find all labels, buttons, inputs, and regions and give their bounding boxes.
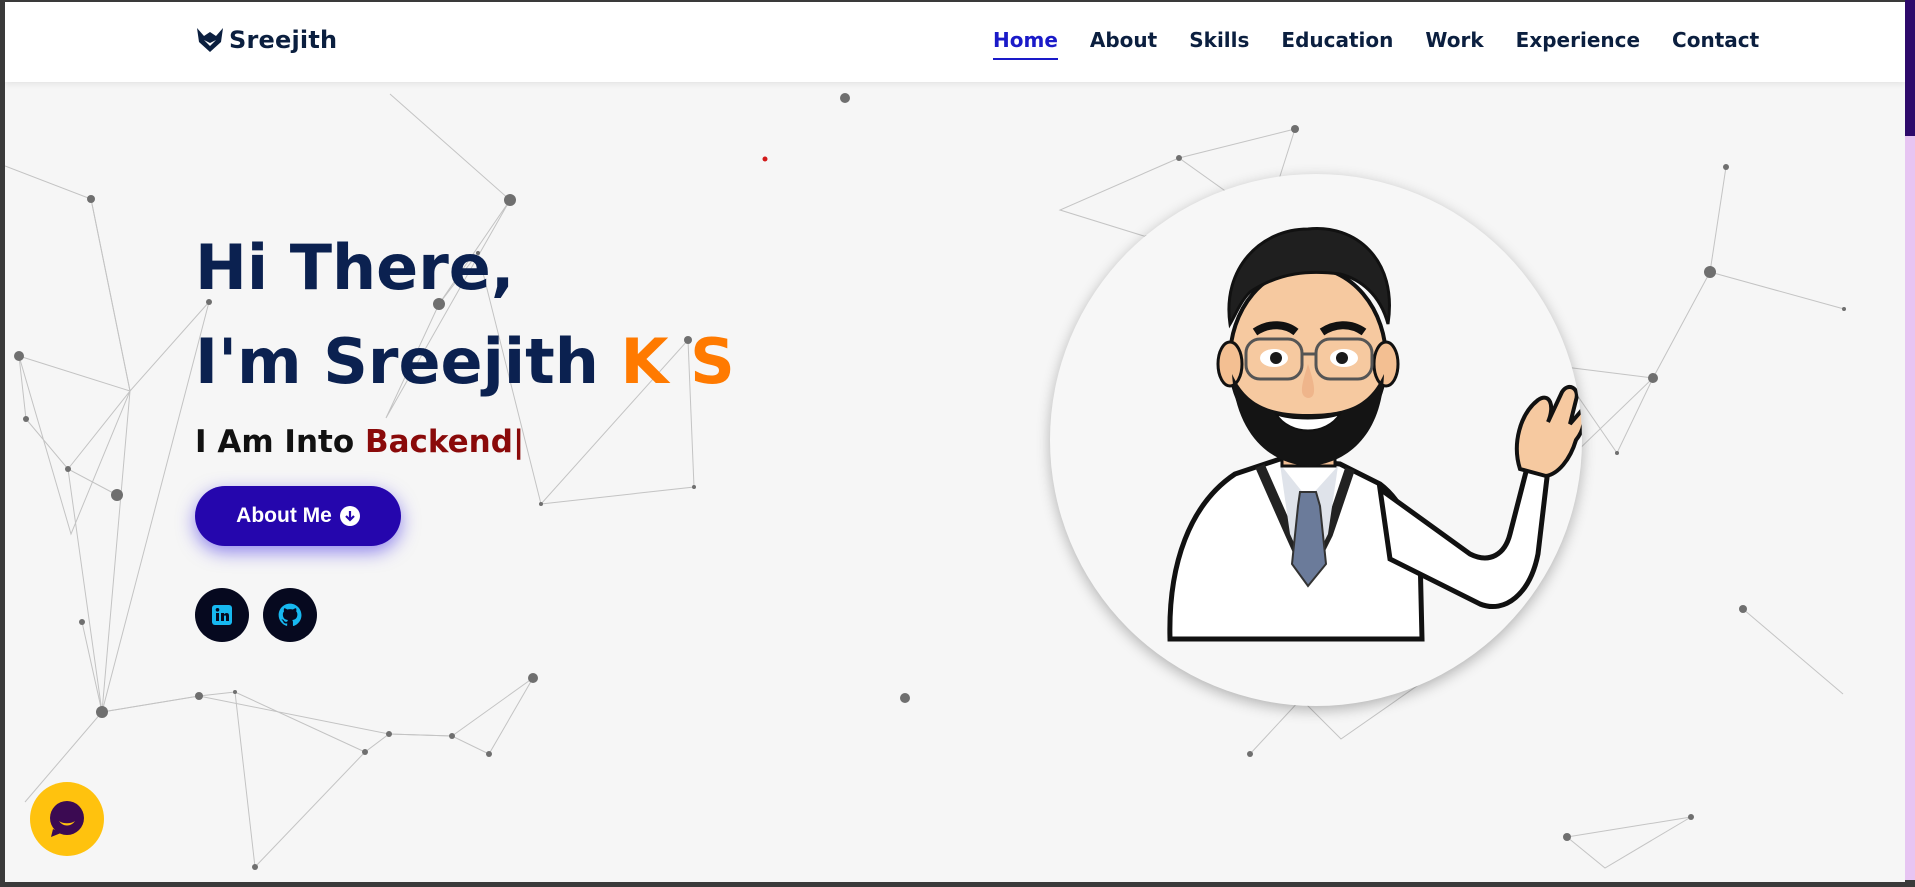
logo-text: Sreejith [229,26,338,54]
into-prefix: I Am Into [195,424,355,460]
scrollbar-thumb[interactable] [1905,0,1915,136]
about-me-button[interactable]: About Me [195,486,401,546]
nav-experience[interactable]: Experience [1516,28,1640,60]
hero-greeting: Hi There, [195,231,515,304]
fox-icon [197,28,223,52]
about-me-label: About Me [236,504,332,527]
typed-role: Backend [364,424,513,460]
scrollbar-track[interactable] [1905,136,1915,880]
nav-menu: Home About Skills Education Work Experie… [993,28,1759,60]
linkedin-icon [212,605,232,625]
nav-about[interactable]: About [1090,28,1157,60]
linkedin-button[interactable] [195,588,249,642]
nav-education[interactable]: Education [1281,28,1393,60]
chat-widget-button[interactable] [30,782,104,856]
navbar: Sreejith Home About Skills Education Wor… [5,2,1905,82]
hero-section: Hi There, I'm Sreejith K S I Am Into Bac… [195,232,735,642]
typing-cursor: | [512,424,525,460]
hero-name-prefix: I'm Sreejith [195,325,599,398]
chat-bubble-icon [50,801,84,837]
github-icon [278,603,302,626]
nav-contact[interactable]: Contact [1672,28,1759,60]
typed-role-line: I Am Into Backend| [195,424,735,460]
hero-name-accent: K S [620,325,735,398]
cartoon-avatar-image [1167,227,1582,642]
arrow-down-circle-icon [339,506,360,526]
nav-home[interactable]: Home [993,28,1058,60]
social-links [195,588,735,642]
avatar [1050,174,1582,706]
github-button[interactable] [263,588,317,642]
nav-work[interactable]: Work [1425,28,1483,60]
logo[interactable]: Sreejith [195,26,337,54]
nav-skills[interactable]: Skills [1189,28,1249,60]
hero-name: I'm Sreejith K S [195,326,735,398]
page: Sreejith Home About Skills Education Wor… [5,2,1905,882]
